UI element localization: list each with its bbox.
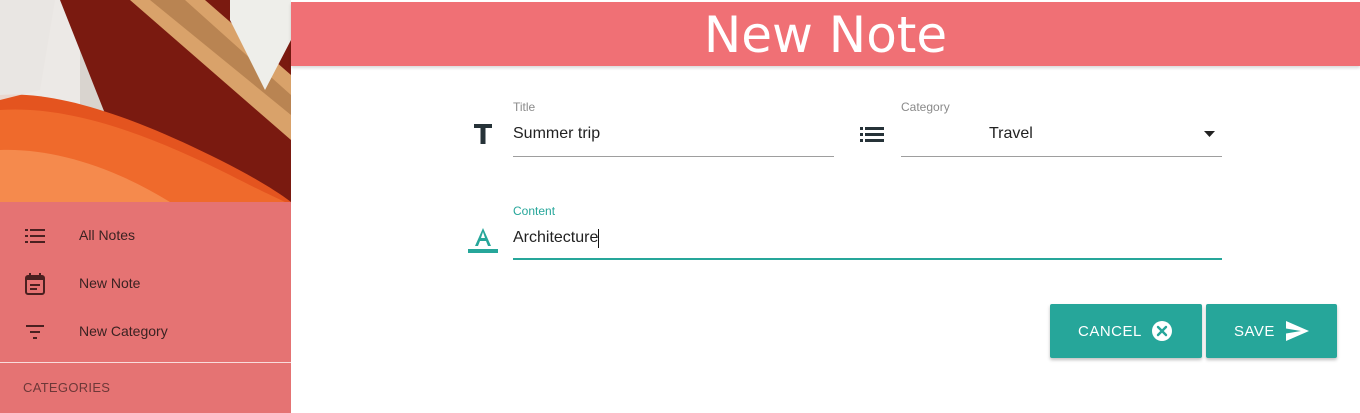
title-label: Title [513,100,536,114]
category-underline [901,156,1222,157]
categories-header: CATEGORIES [23,380,111,395]
nav-label: New Note [79,275,141,291]
nav-label: New Category [79,323,168,339]
category-label: Category [901,100,950,114]
content-label: Content [513,204,556,218]
filter-icon [24,321,46,343]
app-header: New Note [291,2,1360,66]
text-caret [598,229,599,248]
content-underline [513,258,1222,260]
save-button-label: SAVE [1234,322,1275,340]
divider [0,362,291,363]
nav-item-new-category[interactable]: New Category [0,307,291,355]
cancel-circle-icon [1151,320,1173,342]
sidebar: All Notes New Note New Category CATEGORI… [0,0,291,413]
text-format-icon [467,226,499,254]
page-title: New Note [703,6,948,64]
category-value[interactable]: Travel [989,125,1033,143]
calendar-note-icon [24,273,46,295]
title-underline [513,156,834,157]
dropdown-arrow-icon[interactable] [1203,130,1215,138]
nav-item-new-note[interactable]: New Note [0,259,291,307]
content-input[interactable]: Architecture [513,229,598,247]
list-icon [24,225,46,247]
cancel-button-label: CANCEL [1078,322,1142,340]
title-input[interactable]: Summer trip [513,125,600,143]
nav-item-all-notes[interactable]: All Notes [0,211,291,259]
nav-label: All Notes [79,227,136,243]
cancel-button[interactable]: CANCEL [1050,304,1202,358]
send-icon [1285,321,1309,341]
save-button[interactable]: SAVE [1206,304,1337,358]
sidebar-header-image [0,0,291,202]
title-icon [472,122,494,146]
list-icon [859,126,885,142]
